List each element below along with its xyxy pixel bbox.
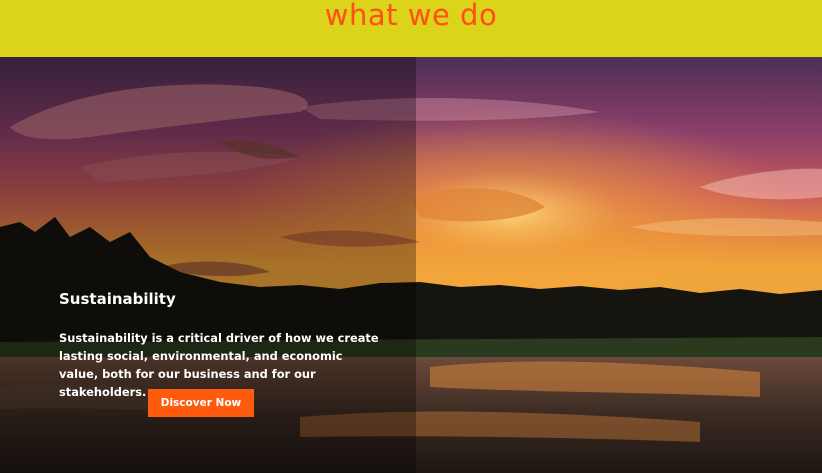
section-header: what we do bbox=[0, 0, 822, 57]
section-title: what we do bbox=[324, 0, 498, 32]
hero-heading: Sustainability bbox=[59, 290, 176, 308]
discover-now-button[interactable]: Discover Now bbox=[148, 389, 254, 417]
hero-content: Sustainability Sustainability is a criti… bbox=[59, 289, 379, 401]
hero-banner: Sustainability Sustainability is a criti… bbox=[0, 57, 822, 473]
